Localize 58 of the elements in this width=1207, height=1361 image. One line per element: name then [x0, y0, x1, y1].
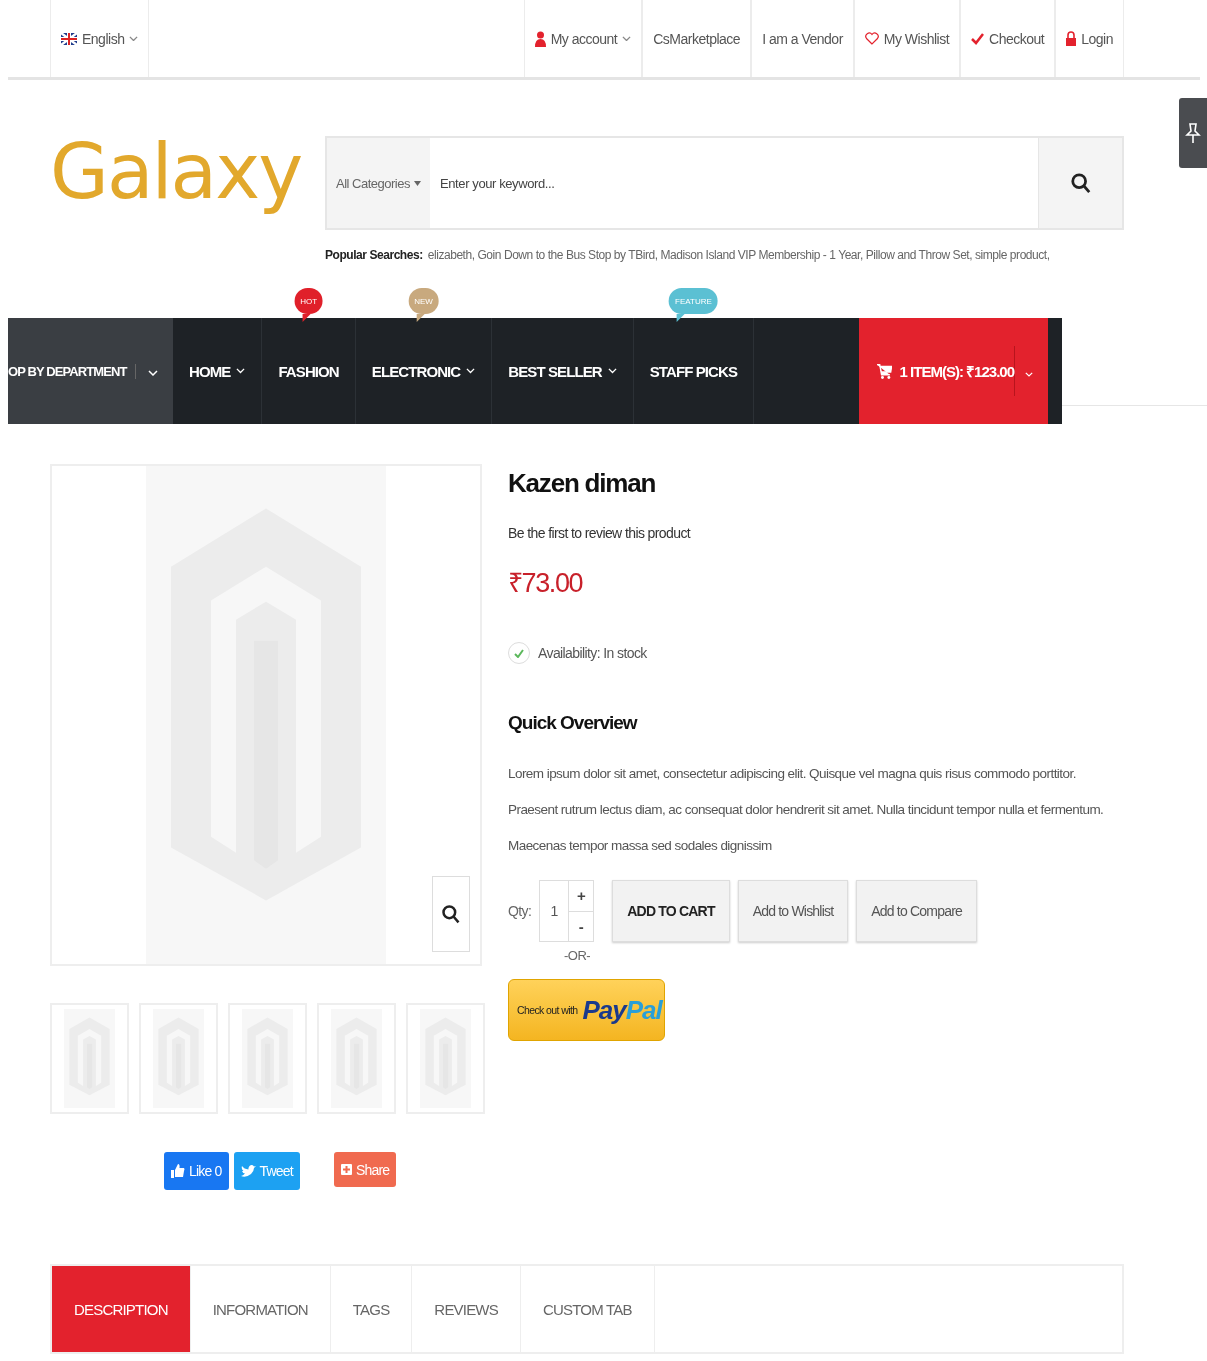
- popular-searches-label: Popular Searches:: [325, 248, 423, 262]
- search-icon: [1069, 172, 1092, 194]
- product-title: Kazen diman: [508, 468, 657, 499]
- top-link[interactable]: Login: [1055, 0, 1124, 77]
- search-field[interactable]: Enter your keyword...: [430, 138, 1038, 228]
- nav-item[interactable]: FASHION: [262, 318, 355, 424]
- zoom-button[interactable]: [432, 876, 470, 952]
- flag-icon: [61, 32, 77, 45]
- search-button[interactable]: [1038, 138, 1122, 228]
- qty-stepper[interactable]: 1 + -: [539, 880, 595, 942]
- department-menu[interactable]: OP BY DEPARTMENT: [8, 318, 173, 424]
- overview-title: Quick Overview: [508, 712, 639, 734]
- thumbnail[interactable]: [228, 1003, 307, 1114]
- chevron-down-icon: [622, 35, 632, 42]
- plus-icon: [340, 1164, 352, 1175]
- nav-item[interactable]: HOME: [173, 318, 262, 424]
- search-bar[interactable]: All Categories Enter your keyword...: [325, 136, 1124, 230]
- nav-item[interactable]: BEST SELLER: [492, 318, 633, 424]
- overview-text: Lorem ipsum dolor sit amet, consectetur adipiscing elit. Quisque vel magna quis risus commodo porttitor. Praesent rutrum lectus diam, ac consequat dolor hendrerit sit amet. Nulla tincidunt tempor nulla et fermentum. Maecenas tempor massa sed sodales dignissim: [508, 765, 1105, 855]
- tab[interactable]: DESCRIPTION: [52, 1266, 191, 1352]
- top-link[interactable]: My Wishlist: [853, 0, 961, 77]
- popular-searches-list[interactable]: elizabeth, Goin Down to the Bus Stop by TBird, Madison Island VIP Membership - 1 Year, Pillow and Throw Set, simple product,: [427, 248, 1050, 262]
- thumbnail[interactable]: [139, 1003, 218, 1114]
- person-icon: [534, 30, 546, 47]
- price: ₹73.00: [508, 567, 584, 600]
- or-separator: -OR-: [564, 948, 592, 963]
- top-link[interactable]: I am a Vendor: [751, 0, 854, 77]
- language-selector[interactable]: English: [50, 0, 150, 77]
- pin-tab[interactable]: [1179, 98, 1207, 168]
- chevron-down-icon: [129, 35, 139, 42]
- thumbs-up-icon: [171, 1164, 185, 1178]
- caret-icon: [413, 180, 421, 186]
- cart-button[interactable]: 1 ITEM(S): ₹123.00: [859, 318, 1048, 424]
- action-button[interactable]: Add to Wishlist: [737, 880, 849, 942]
- nav-item[interactable]: ELECTRONIC: [355, 318, 492, 424]
- category-select[interactable]: All Categories: [327, 138, 430, 228]
- top-link[interactable]: My account: [523, 0, 643, 77]
- top-link[interactable]: Checkout: [960, 0, 1056, 77]
- qty-label: Qty:: [508, 903, 532, 919]
- availability-text: Availability: In stock: [538, 645, 647, 661]
- bird-icon: [240, 1164, 256, 1178]
- cart-icon: [877, 362, 892, 380]
- checkmark-icon: [971, 32, 985, 45]
- search-icon: [441, 904, 461, 924]
- pin-icon: [1184, 122, 1202, 144]
- like-button[interactable]: Like 0: [164, 1152, 229, 1190]
- review-link[interactable]: Be the first to review this product: [508, 525, 1124, 541]
- top-link[interactable]: CsMarketplace: [642, 0, 752, 77]
- nav-item[interactable]: STAFF PICKS: [633, 318, 754, 424]
- chevron-down-icon: [148, 369, 158, 376]
- action-button[interactable]: Add to Compare: [856, 880, 977, 942]
- chevron-down-icon: [1025, 371, 1033, 377]
- thumbnail[interactable]: [406, 1003, 485, 1114]
- thumbnail[interactable]: [50, 1003, 129, 1114]
- lock-icon: [1066, 31, 1077, 46]
- action-button[interactable]: ADD TO CART: [612, 880, 730, 942]
- heart-icon: [864, 32, 879, 45]
- thumbnail[interactable]: [317, 1003, 396, 1114]
